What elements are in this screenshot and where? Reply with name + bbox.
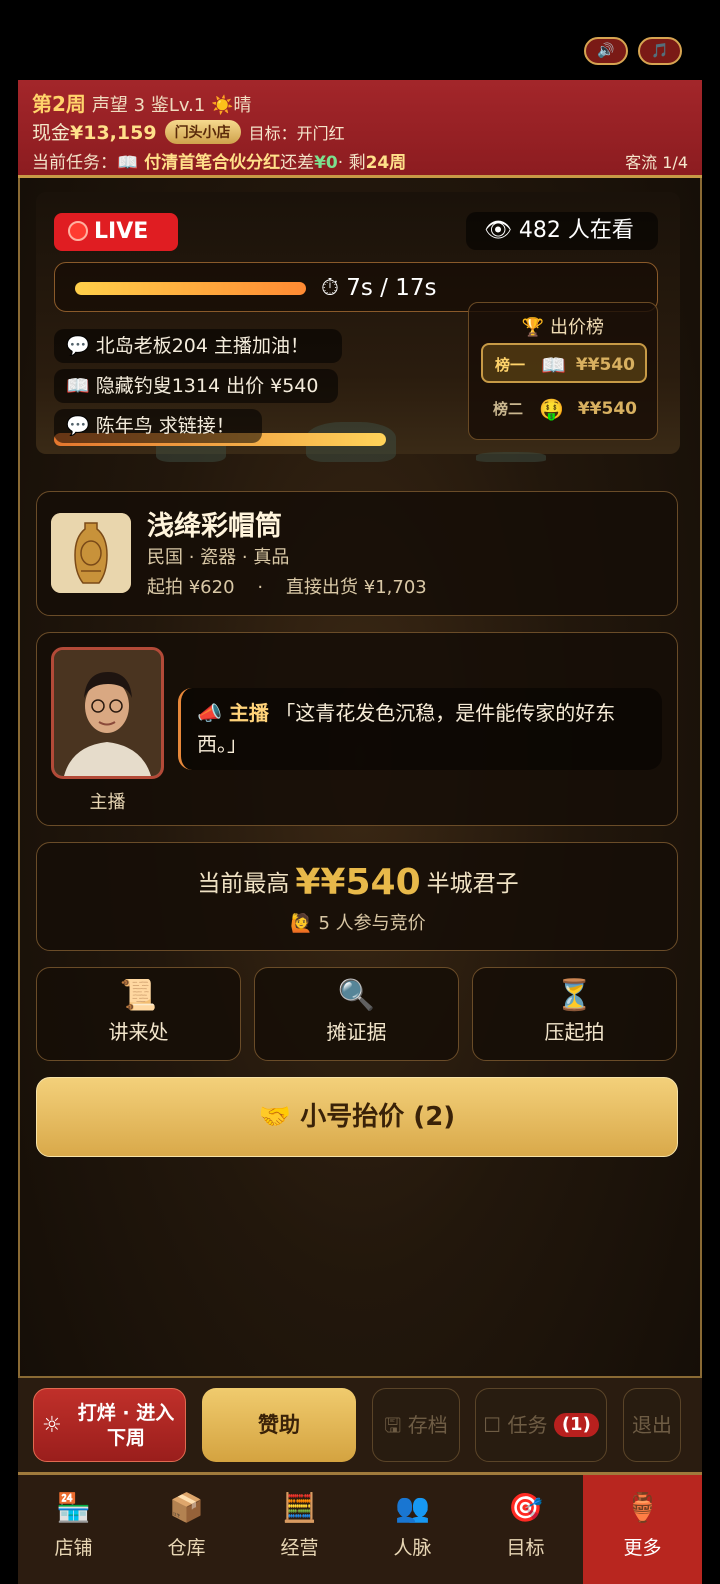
action-label: 摊证据 [326, 1020, 387, 1044]
book-icon: 📖 [541, 353, 566, 377]
tell-origin-button[interactable]: 📜 讲来处 [36, 967, 241, 1061]
item-price-line: 起拍 ¥620 · 直接出货 ¥1,703 [147, 577, 427, 598]
host-portrait-icon [54, 650, 161, 776]
exit-button[interactable]: 退出 [623, 1388, 681, 1462]
rank-label: 榜二 [493, 400, 524, 418]
tab-label: 更多 [623, 1537, 662, 1559]
shop-level-badge[interactable]: 门头小店 [164, 120, 241, 144]
task-label: ☐ 任务 [483, 1413, 548, 1437]
timer-text: ⏱ 7s / 17s [321, 275, 437, 301]
scroll-icon: 📜 [119, 978, 158, 1013]
chat-message: 💬 陈年鸟 求链接！ [54, 409, 262, 443]
timer-progress-bar [75, 282, 306, 295]
sponsor-button[interactable]: 赞助 [202, 1388, 356, 1462]
sun-icon: ☼ [42, 1413, 62, 1438]
rank-price: ¥¥540 [575, 355, 635, 375]
vase-icon: 🏺 [625, 1491, 660, 1524]
host-speech-bubble: 📣 主播 「这青花发色沉稳，是件能传家的好东西。」 [178, 688, 662, 770]
live-dot-icon [68, 221, 88, 241]
next-week-label: 打烊 · 进入下周 [77, 1402, 175, 1449]
close-shop-next-week-button[interactable]: ☼ 打烊 · 进入下周 [33, 1388, 186, 1462]
cash-label: 现金 [32, 122, 71, 144]
rank-row-1: 榜一 📖 ¥¥540 [481, 343, 647, 383]
week-label: 第2周 [32, 92, 86, 116]
music-icon: 🎵 [651, 43, 669, 59]
save-button[interactable]: 🖫 存档 [372, 1388, 460, 1462]
speaker-name: 📣 主播 [197, 701, 269, 725]
task-gap-value: ¥0 [314, 153, 338, 173]
chat-message: 📖 隐藏钓叟1314 出价 ¥540 [54, 369, 338, 403]
show-evidence-button[interactable]: 🔍 摊证据 [254, 967, 459, 1061]
live-badge-text: LIVE [94, 219, 149, 244]
shill-raise-button[interactable]: 🤝 小号抬价 (2) [36, 1077, 678, 1157]
task-name: 📖 付清首笔合伙分红 [117, 153, 281, 173]
host-avatar[interactable] [51, 647, 164, 779]
people-icon: 👥 [395, 1491, 430, 1524]
task-weeks-left: 24周 [365, 153, 407, 173]
tab-business[interactable]: 🧮 经营 [244, 1475, 355, 1584]
box-icon: 📦 [169, 1491, 204, 1524]
tab-goals[interactable]: 🎯 目标 [470, 1475, 581, 1584]
tab-shop[interactable]: 🏪 店铺 [18, 1475, 129, 1584]
current-task[interactable]: 当前任务：📖 付清首笔合伙分红还差¥0· 剩24周 [32, 148, 406, 173]
task-prefix: 当前任务： [32, 153, 117, 173]
music-button[interactable]: 🎵 [638, 37, 682, 65]
task-left-label: · 剩 [337, 153, 366, 173]
board-title: 🏆 出价榜 [521, 317, 605, 338]
status-stats: 声望 3 鉴Lv.1 ☀️晴 [91, 95, 252, 116]
tab-label: 店铺 [54, 1537, 93, 1559]
tab-more[interactable]: 🏺 更多 [583, 1475, 702, 1584]
tab-label: 目标 [506, 1537, 545, 1559]
bid-amount: ¥¥540 [295, 862, 421, 903]
goal-text: 目标：开门红 [248, 124, 345, 143]
host-label: 主播 [89, 792, 126, 813]
item-meta: 民国 · 瓷器 · 真品 [147, 547, 290, 568]
bid-bidder: 半城君子 [426, 871, 519, 897]
abacus-icon: 🧮 [282, 1491, 317, 1524]
action-label: 讲来处 [108, 1020, 169, 1044]
rank-label: 榜一 [495, 356, 526, 374]
top-header: 第2周 声望 3 鉴Lv.1 ☀️晴 现金¥13,159 门头小店 目标：开门红 当前… [18, 80, 702, 178]
customer-flow: 客流 1/4 [625, 153, 688, 172]
money-face-icon: 🤑 [539, 397, 564, 421]
rank-price: ¥¥540 [577, 399, 637, 419]
task-button[interactable]: ☐ 任务 (1) [475, 1388, 607, 1462]
tab-label: 经营 [280, 1537, 319, 1559]
header-row-cash: 现金¥13,159 门头小店 目标：开门红 [32, 118, 345, 145]
live-badge: LIVE [54, 213, 178, 251]
action-label: 压起拍 [544, 1020, 605, 1044]
bidder-count: 🙋 5 人参与竞价 [290, 913, 426, 934]
lower-start-button[interactable]: ⏳ 压起拍 [472, 967, 677, 1061]
rank-row-2: 榜二 🤑 ¥¥540 [481, 389, 647, 429]
background-vase [476, 452, 546, 462]
bid-prefix: 当前最高 [197, 871, 290, 897]
target-icon: 🎯 [508, 1491, 543, 1524]
highest-bid: 当前最高 ¥¥540 半城君子 [36, 862, 680, 903]
task-gap-label: 还差 [280, 153, 315, 173]
task-count-badge: (1) [553, 1413, 599, 1437]
tab-label: 人脉 [393, 1537, 432, 1559]
cash-value: ¥13,159 [70, 122, 157, 144]
tab-warehouse[interactable]: 📦 仓库 [131, 1475, 242, 1584]
viewer-count: 👁 482 人在看 [466, 212, 658, 250]
chat-message: 💬 北岛老板204 主播加油！ [54, 329, 342, 363]
sound-icon: 🔊 [597, 43, 615, 59]
item-name: 浅绛彩帽筒 [147, 511, 282, 542]
vase-icon [51, 513, 131, 593]
item-image [51, 513, 131, 593]
sound-button[interactable]: 🔊 [584, 37, 628, 65]
header-row-stats: 第2周 声望 3 鉴Lv.1 ☀️晴 [32, 88, 251, 117]
tab-label: 仓库 [167, 1537, 206, 1559]
magnifier-icon: 🔍 [337, 978, 376, 1013]
hourglass-icon: ⏳ [555, 978, 594, 1013]
tab-contacts[interactable]: 👥 人脉 [357, 1475, 468, 1584]
bid-ranking-board[interactable]: 🏆 出价榜 榜一 📖 ¥¥540 榜二 🤑 ¥¥540 [468, 302, 658, 440]
shop-icon: 🏪 [56, 1491, 91, 1524]
